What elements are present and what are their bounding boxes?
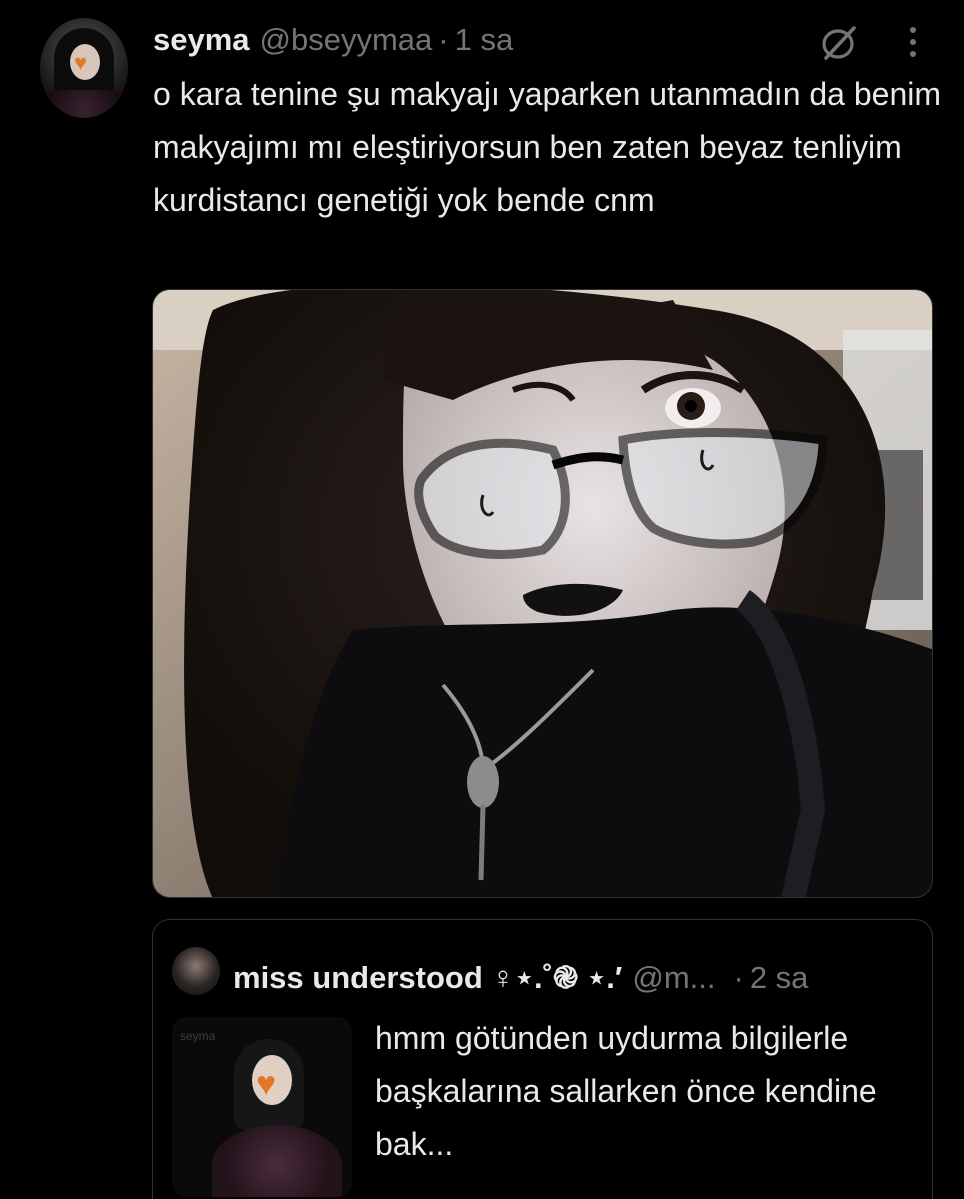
tweet-timestamp[interactable]: 1 sa	[455, 22, 514, 58]
quote-thumbnail[interactable]: seyma ♥	[172, 1017, 352, 1197]
tweet-photo[interactable]	[152, 289, 933, 898]
tweet-text: o kara tenine şu makyajı yaparken utanma…	[153, 76, 942, 218]
quote-header: miss understood ♀︎⋆.˚֎ ⋆.′ @m... · 2 sa	[233, 956, 808, 998]
quote-text: hmm götünden uydurma bilgilerle başkalar…	[375, 1020, 877, 1162]
author-name[interactable]: seyma	[153, 22, 250, 58]
more-options-icon[interactable]	[898, 20, 928, 64]
quote-author-avatar[interactable]	[172, 947, 220, 995]
quote-author-handle[interactable]: @m...	[632, 960, 715, 996]
quote-author-name[interactable]: miss understood ♀︎⋆.˚֎ ⋆.′	[233, 956, 622, 998]
tweet-header: seyma @bseyymaa · 1 sa	[153, 22, 513, 62]
separator-dot: ·	[733, 960, 744, 995]
grok-icon[interactable]	[818, 20, 862, 64]
author-avatar[interactable]: ♥	[40, 18, 128, 118]
heart-sticker-icon: ♥	[256, 1065, 277, 1103]
quoted-tweet[interactable]: miss understood ♀︎⋆.˚֎ ⋆.′ @m... · 2 sa …	[152, 919, 933, 1199]
separator-dot: ·	[438, 22, 449, 57]
quote-timestamp[interactable]: 2 sa	[750, 960, 809, 996]
thumbnail-background-label: seyma	[180, 1029, 216, 1043]
author-handle[interactable]: @bseyymaa	[260, 22, 433, 58]
heart-sticker-icon: ♥	[74, 50, 88, 75]
